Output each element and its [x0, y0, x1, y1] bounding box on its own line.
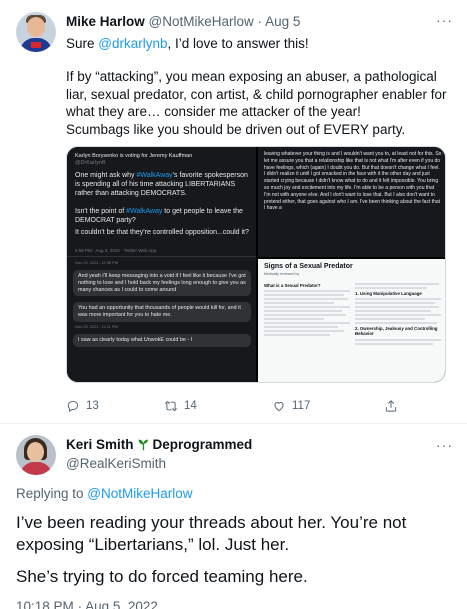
like-button[interactable]: 117 [272, 399, 310, 413]
quoted-meta: 6:58 PM · Aug 4, 2022 · Twitter Web App [75, 248, 157, 253]
dm-timestamp: Nov 25, 2021, 11:31 PM [75, 323, 118, 329]
reply-author-name[interactable]: Keri Smith [66, 437, 134, 452]
dm-timestamp: Nov 25, 2021, 12:38 PM [75, 260, 119, 265]
reply-count: 13 [86, 400, 99, 412]
separator-dot: · [77, 599, 83, 609]
dm-list: Nov 25, 2021, 12:38 PM And yeah I'll kee… [73, 260, 251, 353]
dm-message: I saw as clearly today what UnwokE could… [73, 333, 251, 347]
replying-to-handle[interactable]: @NotMikeHarlow [87, 486, 192, 501]
reply-timestamp[interactable]: 10:18 PM · Aug 5, 2022 [16, 599, 158, 609]
separator-dot: · [257, 14, 263, 29]
reply-date: Aug 5, 2022 [85, 599, 158, 609]
tweet-text-suffix: , I’d love to answer this! [167, 36, 309, 51]
more-options-icon[interactable]: ··· [436, 12, 453, 28]
media-grid: Karlyn Borysenko is voting for Jeremy Ka… [66, 146, 446, 383]
tweet-text-prefix: Sure [66, 36, 99, 51]
screenshot-message-text: leaving whatever your thing is and I wou… [264, 151, 442, 212]
reply-author-avatar[interactable] [16, 435, 56, 475]
dm-message: And yeah I'll keep messaging into a void… [73, 270, 251, 297]
replying-to: Replying to @NotMikeHarlow [16, 486, 193, 501]
article-column-1: What is a Sexual Predator? [264, 281, 352, 338]
media-image-1[interactable]: Karlyn Borysenko is voting for Jeremy Ka… [67, 147, 256, 382]
reply-icon [67, 400, 79, 413]
media-image-3[interactable]: Signs of a Sexual Predator Medically rev… [258, 259, 445, 382]
replying-to-label: Replying to [16, 486, 88, 501]
tweet-paragraph-3: Scumbags like you should be driven out o… [66, 122, 406, 137]
share-icon [385, 400, 397, 412]
article-heading: 1. Using Manipulative Language [355, 291, 422, 296]
bio-badge-text: Deprogrammed [152, 437, 253, 452]
heart-icon [274, 402, 284, 412]
article-heading: 2. Ownership, Jealousy and Controlling B… [355, 326, 438, 337]
retweet-count: 14 [184, 400, 197, 412]
dm-message: You had an opportunity that thousands of… [73, 302, 251, 322]
quoted-handle: @DrKarlynB [75, 160, 106, 166]
quoted-text-2: Isn't the point of #WalkAway to get peop… [75, 208, 243, 224]
reply-author-handle[interactable]: @RealKeriSmith [66, 456, 166, 471]
article-heading: What is a Sexual Predator? [264, 283, 321, 288]
tweet-actions: 13 14 117 [66, 399, 446, 415]
article-column-2: 1. Using Manipulative Language 2. Owners… [355, 281, 443, 347]
sprout-icon [138, 439, 148, 451]
retweet-icon [164, 401, 178, 411]
share-button[interactable] [384, 399, 398, 413]
mention-link[interactable]: @drkarlynb [98, 36, 167, 51]
reply-time: 10:18 PM [16, 599, 74, 609]
tweet-text-line1: Sure @drkarlynb, I’d love to answer this… [66, 35, 454, 53]
author-avatar[interactable] [16, 12, 56, 52]
parent-tweet: Mike Harlow @NotMikeHarlow · Aug 5 ··· S… [0, 0, 467, 413]
quoted-header: Karlyn Borysenko is voting for Jeremy Ka… [75, 153, 192, 167]
article-title: Signs of a Sexual Predator [264, 263, 353, 270]
reply-paragraph-1: I’ve been reading your threads about her… [16, 513, 407, 554]
tweet-header: Mike Harlow @NotMikeHarlow · Aug 5 [66, 14, 300, 29]
reply-author-name-row: Keri Smith Deprogrammed [66, 437, 252, 452]
media-image-2[interactable]: leaving whatever your thing is and I wou… [258, 147, 445, 257]
reply-button[interactable]: 13 [66, 399, 99, 413]
quoted-name: Karlyn Borysenko is voting for Jeremy Ka… [75, 153, 193, 159]
like-count: 117 [292, 400, 311, 412]
retweet-button[interactable]: 14 [164, 399, 197, 413]
tweet-date[interactable]: Aug 5 [265, 14, 300, 29]
quoted-text-1: One might ask why #WalkAway's favorite s… [75, 172, 248, 197]
screenshot-divider [67, 256, 256, 257]
quoted-text-3: It couldn't be that they're controlled o… [75, 229, 249, 236]
reply-paragraph-2: She’s trying to do forced teaming here. [16, 567, 308, 586]
tweet-divider [0, 423, 467, 424]
tweet-paragraph-2: If by “attacking”, you mean exposing an … [66, 69, 447, 119]
author-name[interactable]: Mike Harlow [66, 14, 145, 29]
reply-more-options-icon[interactable]: ··· [436, 437, 453, 453]
author-handle[interactable]: @NotMikeHarlow [149, 14, 254, 29]
article-byline: Medically reviewed by [264, 272, 300, 276]
